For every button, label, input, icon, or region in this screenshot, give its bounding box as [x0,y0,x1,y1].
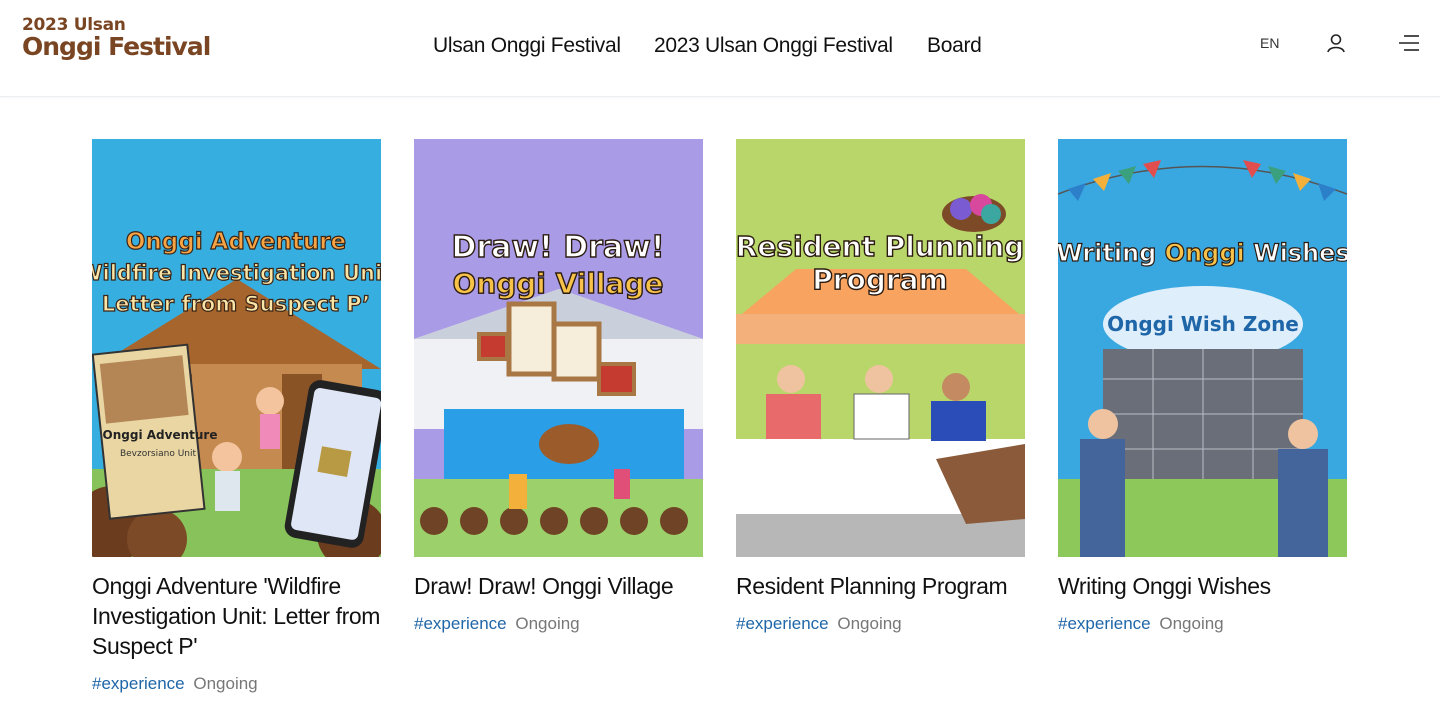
poster-title-line-1: Onggi Adventure [126,229,346,255]
site-logo[interactable]: 2023 Ulsan Onggi Festival [22,15,211,75]
poster-book-sub: Bevzorsiano Unit [120,449,197,459]
status-label: Ongoing [193,674,258,693]
poster-title-part-2: Onggi [1165,239,1245,267]
site-header: 2023 Ulsan Onggi Festival Ulsan Onggi Fe… [0,0,1440,97]
poster-book-label: Onggi Adventure [103,428,218,442]
program-card: Onggi Wish Zone Writing Onggi Wishes Wri… [1058,139,1347,635]
program-poster-writing-onggi-wishes[interactable]: Onggi Wish Zone Writing Onggi Wishes [1058,139,1347,557]
status-label: Ongoing [515,614,580,633]
program-meta: #experience Ongoing [1058,613,1347,635]
program-poster-draw-onggi-village[interactable]: Draw! Draw! Onggi Village [414,139,703,557]
status-label: Ongoing [837,614,902,633]
language-toggle[interactable]: EN [1260,35,1279,51]
tag-link[interactable]: #experience [92,674,185,693]
tag-link[interactable]: #experience [414,614,507,633]
program-meta: #experience Ongoing [92,673,381,695]
program-card: Resident Plunning Program Resident Plann… [736,139,1025,635]
poster-title-line-2: Onggi Village [452,267,663,300]
tag-link[interactable]: #experience [736,614,829,633]
status-label: Ongoing [1159,614,1224,633]
user-icon[interactable] [1326,33,1346,53]
poster-title-line-2: Program [812,263,948,296]
nav-board[interactable]: Board [927,34,982,62]
program-title[interactable]: Draw! Draw! Onggi Village [414,571,703,601]
nav-ulsan-onggi-festival[interactable]: Ulsan Onggi Festival [433,34,621,62]
nav-2023-ulsan-onggi-festival[interactable]: 2023 Ulsan Onggi Festival [654,34,893,62]
program-title[interactable]: Resident Planning Program [736,571,1025,601]
program-card: Onggi Adventure Bevzorsiano Unit Onggi A… [92,139,381,695]
program-poster-resident-planning[interactable]: Resident Plunning Program [736,139,1025,557]
tag-link[interactable]: #experience [1058,614,1151,633]
poster-title-line-1: Draw! Draw! [451,230,664,265]
program-meta: #experience Ongoing [736,613,1025,635]
program-title[interactable]: Onggi Adventure 'Wildfire Investigation … [92,571,381,661]
program-title[interactable]: Writing Onggi Wishes [1058,571,1347,601]
poster-zone-label: Onggi Wish Zone [1107,312,1299,336]
poster-title-line-3: Letter from Suspect P’ [102,292,370,316]
poster-title-part-1: Writing [1058,239,1165,267]
logo-line-2: Onggi Festival [22,32,211,61]
poster-title-line-1: Resident Plunning [736,230,1024,263]
poster-title: Writing Onggi Wishes [1058,239,1347,267]
program-card: Draw! Draw! Onggi Village Draw! Draw! On… [414,139,703,635]
program-meta: #experience Ongoing [414,613,703,635]
poster-title-line-2: ‘Wildfire Investigation Unit: [92,261,381,285]
hamburger-menu-icon[interactable] [1398,34,1420,52]
program-poster-onggi-adventure[interactable]: Onggi Adventure Bevzorsiano Unit Onggi A… [92,139,381,557]
poster-title-part-3: Wishes [1245,239,1347,267]
